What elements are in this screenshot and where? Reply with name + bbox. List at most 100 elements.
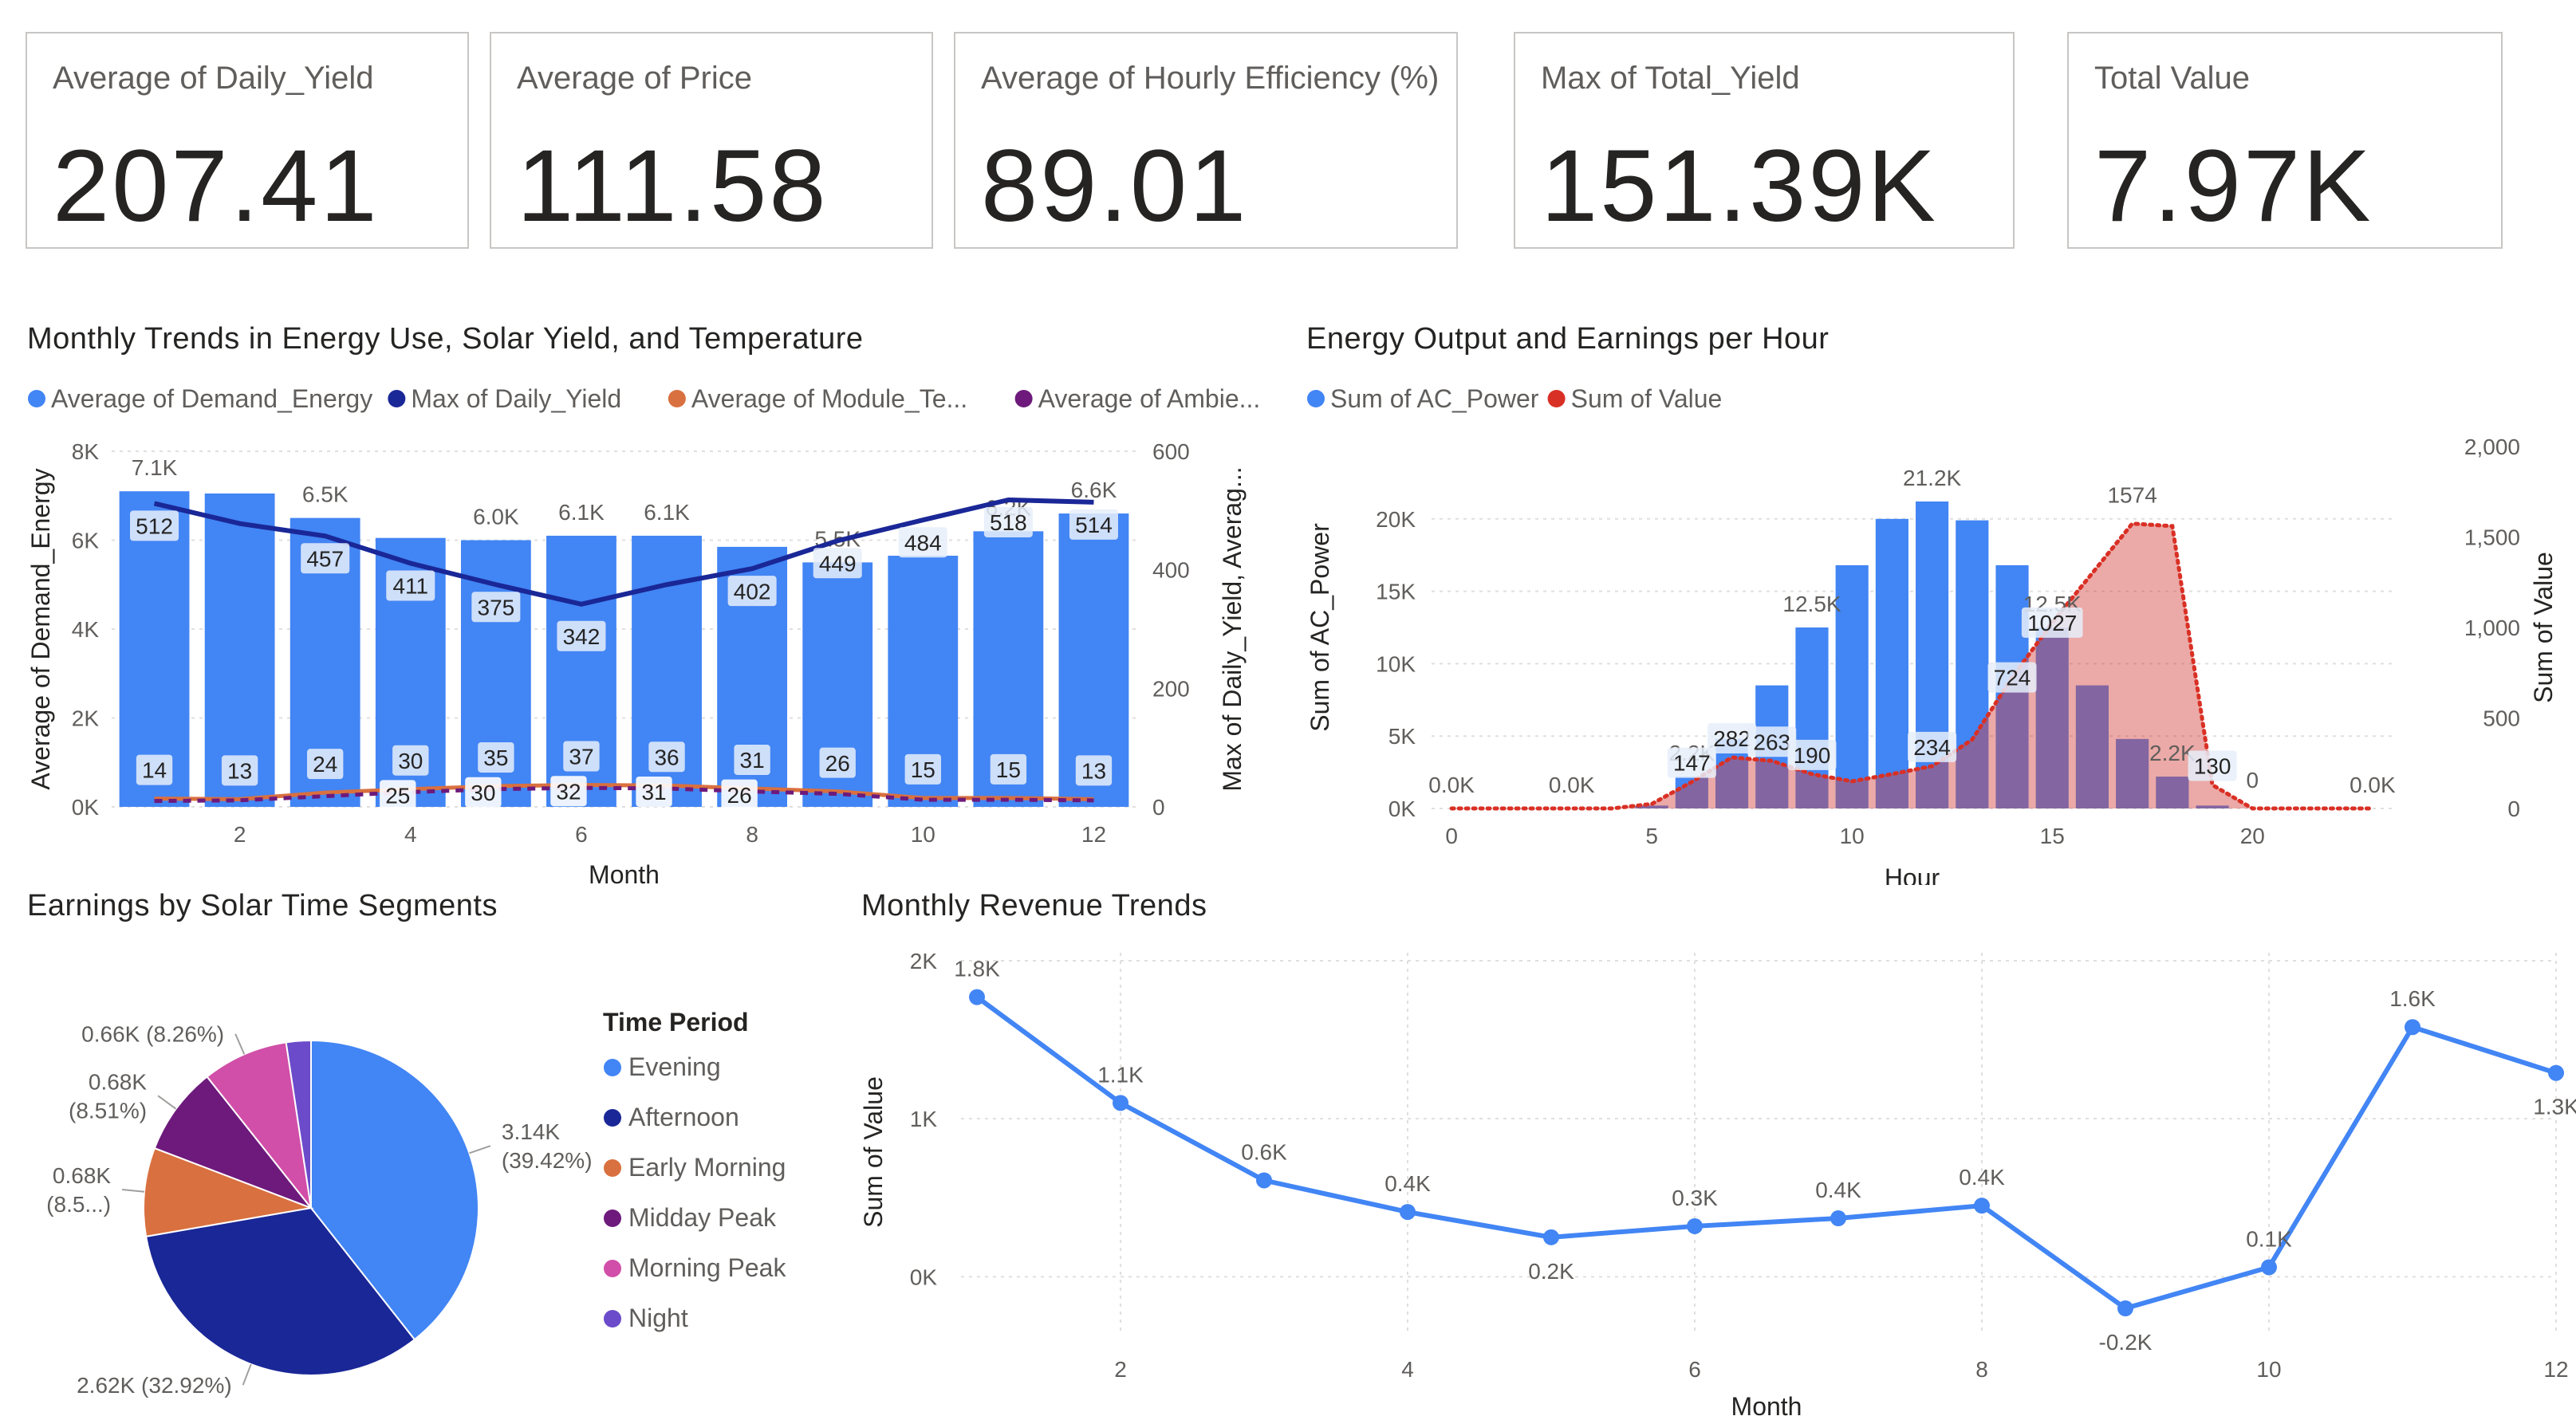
y-right-tick-label: 0 bbox=[1152, 795, 1165, 820]
daily-yield-label: 457 bbox=[306, 546, 344, 571]
legend-marker bbox=[1014, 390, 1033, 407]
y-tick-label: 1K bbox=[910, 1107, 938, 1131]
revenue-data-label: 1.1K bbox=[1097, 1062, 1144, 1087]
kpi-value: 89.01 bbox=[981, 129, 1249, 243]
bar-data-label: 6.1K bbox=[558, 500, 605, 525]
area-data-label: 190 bbox=[1794, 743, 1831, 768]
legend-marker bbox=[604, 1310, 621, 1328]
y-right-tick-label: 2,000 bbox=[2464, 435, 2520, 459]
legend-marker bbox=[604, 1059, 621, 1076]
y-right-tick-label: 1,500 bbox=[2464, 525, 2520, 550]
kpi-card-efficiency[interactable]: Average of Hourly Efficiency (%) 89.01 bbox=[954, 32, 1458, 249]
kpi-card-total-yield[interactable]: Max of Total_Yield 151.39K bbox=[1514, 32, 2015, 249]
revenue-data-label: -0.2K bbox=[2099, 1330, 2153, 1355]
kpi-label: Average of Daily_Yield bbox=[53, 61, 374, 96]
legend-marker bbox=[28, 390, 45, 407]
x-tick-label: 12 bbox=[1081, 822, 1106, 847]
x-tick-label: 8 bbox=[746, 822, 758, 847]
y-right-axis-title: Max of Daily_Yield, Averag... bbox=[1218, 466, 1247, 791]
x-tick-label: 10 bbox=[1840, 824, 1865, 848]
ambient-temp-label: 32 bbox=[556, 779, 581, 804]
legend-label: Sum of Value bbox=[1571, 384, 1723, 413]
ambient-temp-label: 25 bbox=[385, 783, 410, 808]
y-right-tick-label: 1,000 bbox=[2464, 616, 2520, 640]
revenue-data-label: 1.8K bbox=[954, 957, 1000, 981]
module-temp-label: 13 bbox=[1081, 758, 1106, 783]
x-axis-title: Month bbox=[1731, 1392, 1802, 1416]
revenue-point bbox=[1400, 1204, 1416, 1221]
x-tick-label: 10 bbox=[2256, 1357, 2281, 1382]
y-tick-label: 20K bbox=[1376, 507, 1416, 532]
daily-yield-label: 402 bbox=[734, 579, 771, 604]
legend-label: Average of Demand_Energy bbox=[51, 384, 372, 413]
legend-marker bbox=[668, 390, 686, 407]
kpi-card-price[interactable]: Average of Price 111.58 bbox=[490, 32, 933, 249]
y-tick-label: 2K bbox=[910, 949, 938, 974]
y-tick-label: 6K bbox=[72, 529, 100, 553]
monthly-trends-chart[interactable]: Average of Demand_Energy Max of Daily_Yie… bbox=[0, 311, 1276, 885]
module-temp-label: 31 bbox=[740, 748, 765, 773]
revenue-point bbox=[1543, 1229, 1559, 1245]
pie-leader-line bbox=[122, 1189, 145, 1193]
monthly-trends-visual[interactable]: Monthly Trends in Energy Use, Solar Yiel… bbox=[0, 311, 1276, 885]
ambient-temp-label: 30 bbox=[471, 781, 495, 805]
kpi-value: 7.97K bbox=[2094, 129, 2373, 243]
x-tick-label: 12 bbox=[2543, 1357, 2568, 1382]
monthly-revenue-chart[interactable]: 0K 1K 2K 2 4 6 8 10 12 Month Sum of Value 1.8K 1.1K 0… bbox=[845, 881, 2576, 1416]
kpi-label: Max of Total_Yield bbox=[1541, 61, 1800, 96]
bar-data-label: 6.5K bbox=[302, 482, 349, 507]
legend-marker bbox=[388, 390, 406, 407]
bar-data-label: 0.0K bbox=[1428, 773, 1475, 797]
hourly-output-chart[interactable]: Sum of AC_Power Sum of Value 0K 5K 10K 15K 20K… bbox=[1292, 311, 2576, 885]
x-tick-label: 6 bbox=[1688, 1357, 1701, 1382]
revenue-data-label: 1.6K bbox=[2389, 986, 2436, 1011]
area-data-label: 1027 bbox=[2027, 611, 2077, 635]
kpi-value: 111.58 bbox=[517, 129, 829, 243]
bar-data-label: 6.0K bbox=[473, 505, 519, 529]
legend-title: Time Period bbox=[603, 1008, 749, 1036]
hourly-output-visual[interactable]: Energy Output and Earnings per Hour Sum … bbox=[1292, 311, 2576, 885]
legend-marker bbox=[604, 1210, 621, 1227]
revenue-point bbox=[2117, 1300, 2133, 1316]
module-temp-label: 37 bbox=[569, 745, 593, 769]
pie-data-label: 0.68K bbox=[53, 1163, 111, 1188]
pie-data-label: 0.68K bbox=[89, 1069, 147, 1094]
ambient-temp-label: 31 bbox=[641, 780, 666, 804]
kpi-card-daily-yield[interactable]: Average of Daily_Yield 207.41 bbox=[26, 32, 469, 249]
legend-marker bbox=[604, 1109, 621, 1127]
solar-segments-visual[interactable]: Earnings by Solar Time Segments 3.14K (39… bbox=[0, 881, 845, 1416]
bar-data-label: 6.1K bbox=[644, 500, 690, 525]
revenue-data-label: 0.1K bbox=[2246, 1226, 2292, 1251]
module-temp-label: 35 bbox=[483, 745, 508, 770]
legend-label: Evening bbox=[628, 1052, 721, 1081]
pie-leader-line bbox=[157, 1095, 177, 1110]
area-data-label: 263 bbox=[1753, 730, 1790, 754]
area-data-label: 234 bbox=[1913, 735, 1951, 760]
legend-label: Average of Ambie... bbox=[1038, 384, 1261, 413]
bar-data-label: 6.6K bbox=[1071, 478, 1117, 502]
solar-segments-pie[interactable]: 3.14K (39.42%) 2.62K (32.92%) 0.68K (8.5...)… bbox=[0, 881, 845, 1416]
daily-yield-label: 411 bbox=[392, 574, 428, 599]
monthly-revenue-visual[interactable]: Monthly Revenue Trends 0K 1K 2K 2 4 6 8 10 12 Mon… bbox=[845, 881, 2576, 1416]
kpi-card-total-value[interactable]: Total Value 7.97K bbox=[2067, 32, 2503, 249]
x-tick-label: 8 bbox=[1975, 1357, 1988, 1382]
x-tick-label: 4 bbox=[1401, 1357, 1414, 1382]
y-tick-label: 5K bbox=[1388, 724, 1416, 749]
x-tick-label: 6 bbox=[575, 822, 588, 847]
y-tick-label: 0K bbox=[1388, 796, 1416, 821]
y-right-axis-title: Sum of Value bbox=[2529, 552, 2558, 703]
module-temp-label: 30 bbox=[398, 749, 423, 773]
revenue-point bbox=[1113, 1095, 1128, 1111]
pie-data-label: (39.42%) bbox=[502, 1148, 593, 1173]
revenue-data-label: 0.3K bbox=[1672, 1186, 1718, 1210]
module-temp-label: 15 bbox=[911, 757, 935, 782]
pie-data-label: (8.51%) bbox=[69, 1098, 147, 1123]
daily-yield-label: 512 bbox=[136, 513, 173, 538]
revenue-point bbox=[1256, 1172, 1272, 1189]
module-temp-label: 13 bbox=[227, 758, 252, 783]
revenue-point bbox=[1687, 1217, 1703, 1234]
ambient-temp-label: 26 bbox=[727, 783, 752, 808]
x-tick-label: 0 bbox=[1445, 824, 1458, 848]
area-data-label: 282 bbox=[1713, 726, 1751, 751]
area-data-label: 0 bbox=[2246, 768, 2259, 793]
